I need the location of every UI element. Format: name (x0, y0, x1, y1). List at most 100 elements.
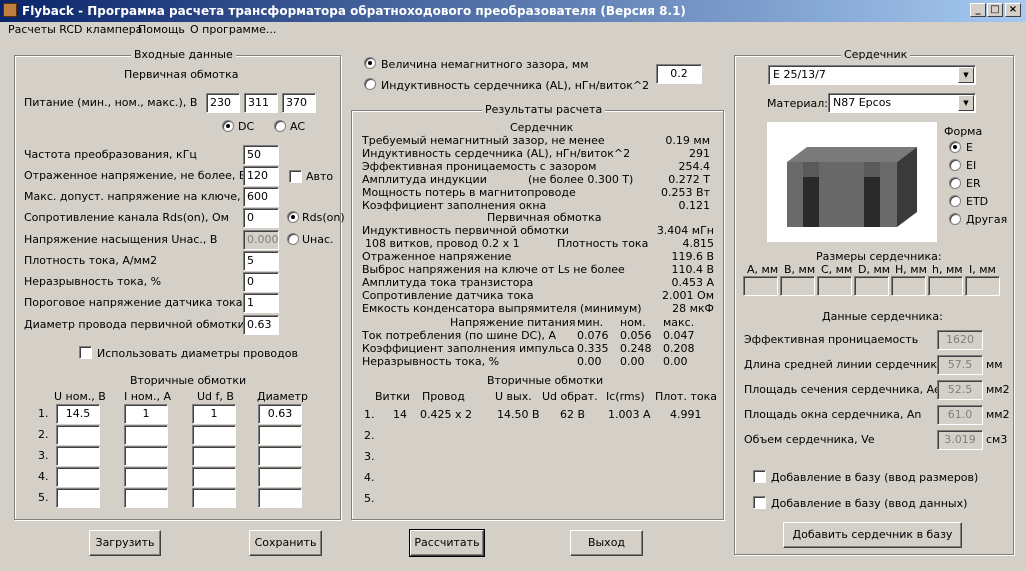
gap-radio[interactable] (364, 57, 376, 69)
dim-input[interactable] (743, 276, 778, 296)
sec-winding-input[interactable] (192, 446, 236, 466)
continuity-input[interactable]: 0 (243, 272, 279, 292)
sec-winding-input[interactable] (258, 425, 302, 445)
shape-radio[interactable] (949, 213, 961, 225)
sec-winding-input[interactable]: 1 (124, 404, 168, 424)
reflected-voltage-input[interactable]: 120 (243, 166, 279, 186)
usat-radio[interactable] (287, 233, 299, 245)
add-core-button[interactable]: Добавить сердечник в базу (783, 522, 962, 548)
add-data-checkbox[interactable] (753, 496, 766, 509)
core-data-value[interactable]: 52.5 (937, 380, 983, 400)
core-type-select[interactable]: E 25/13/7 ▼ (768, 65, 976, 85)
add-dims-checkbox[interactable] (753, 470, 766, 483)
result-value: 0.19 мм (665, 134, 710, 147)
dim-input[interactable] (965, 276, 1000, 296)
sec-winding-input[interactable] (56, 467, 100, 487)
shape-radio[interactable] (949, 195, 961, 207)
close-icon[interactable]: × (1005, 3, 1021, 17)
sec-winding-input[interactable]: 1 (192, 404, 236, 424)
usat-input[interactable]: 0.000 (243, 230, 279, 250)
result-label: Амплитуда индукции (362, 173, 487, 186)
supply-max-input[interactable]: 370 (282, 93, 316, 113)
shape-radio[interactable] (949, 177, 961, 189)
dc-radio[interactable] (222, 120, 234, 132)
result-label: Отраженное напряжение (362, 250, 512, 263)
res-sec-cell: 14 (393, 408, 407, 421)
supply-header: макс. (663, 316, 695, 329)
sec-winding-input[interactable] (124, 425, 168, 445)
supply-label: Питание (мин., ном., макс.), В (24, 96, 198, 109)
shape-radio[interactable] (949, 159, 961, 171)
sec-winding-input[interactable] (192, 488, 236, 508)
use-diameters-checkbox[interactable] (79, 346, 92, 359)
rdson-radio-label: Rds(on) (302, 211, 345, 224)
result-value: 0.272 Т (668, 173, 710, 186)
menu-about[interactable]: О программе... (190, 23, 276, 36)
core-data-unit: см3 (986, 433, 1008, 446)
shape-label: EI (966, 159, 977, 172)
res-sec-row-number: 4. (364, 471, 375, 484)
max-switch-voltage-input[interactable]: 600 (243, 187, 279, 207)
sense-threshold-input[interactable]: 1 (243, 293, 279, 313)
dim-input[interactable] (854, 276, 889, 296)
core-data-value[interactable]: 3.019 (937, 430, 983, 450)
result-label: Индуктивность первичной обмотки (362, 224, 569, 237)
current-density-input[interactable]: 5 (243, 251, 279, 271)
res-sec-header: U вых. (495, 390, 532, 403)
sec-winding-input[interactable] (258, 488, 302, 508)
sec-winding-input[interactable] (124, 446, 168, 466)
dim-input[interactable] (780, 276, 815, 296)
save-button[interactable]: Сохранить (249, 530, 322, 556)
sec-winding-input[interactable] (56, 488, 100, 508)
calculate-button[interactable]: Рассчитать (409, 529, 485, 557)
supply-min-input[interactable]: 230 (206, 93, 240, 113)
sec-winding-input[interactable] (192, 467, 236, 487)
res-sec-cell: 0.425 x 2 (420, 408, 472, 421)
sec-winding-input[interactable] (124, 467, 168, 487)
dim-label: C, мм (821, 263, 853, 276)
auto-checkbox[interactable] (289, 170, 302, 183)
chevron-down-icon[interactable]: ▼ (958, 67, 974, 83)
sec-winding-input[interactable] (56, 425, 100, 445)
chevron-down-icon[interactable]: ▼ (958, 95, 974, 111)
sec-winding-input[interactable] (56, 446, 100, 466)
rdson-radio[interactable] (287, 211, 299, 223)
sec-winding-input[interactable] (258, 446, 302, 466)
result-note: Плотность тока (557, 237, 649, 250)
gap-value-input[interactable]: 0.2 (656, 64, 702, 84)
core-data-value[interactable]: 61.0 (937, 405, 983, 425)
sec-winding-input[interactable] (124, 488, 168, 508)
maximize-icon[interactable]: □ (987, 3, 1003, 17)
sec-winding-input[interactable] (192, 425, 236, 445)
shape-radio[interactable] (949, 141, 961, 153)
load-button[interactable]: Загрузить (89, 530, 161, 556)
result-label: Эффективная проницаемость с зазором (362, 160, 597, 173)
app-icon (3, 3, 17, 17)
results-core-title: Сердечник (510, 121, 574, 134)
minimize-icon[interactable]: _ (970, 3, 986, 17)
param-label: Макс. допуст. напряжение на ключе, В (24, 190, 252, 203)
exit-button[interactable]: Выход (570, 530, 643, 556)
shape-title: Форма (944, 125, 983, 138)
result-label: Требуемый немагнитный зазор, не менее (362, 134, 605, 147)
frequency-input[interactable]: 50 (243, 145, 279, 165)
core-data-value[interactable]: 1620 (937, 330, 983, 350)
dim-input[interactable] (891, 276, 926, 296)
dim-input[interactable] (928, 276, 963, 296)
sec-winding-input[interactable]: 14.5 (56, 404, 100, 424)
result-label: Мощность потерь в магнитопроводе (362, 186, 576, 199)
sec-winding-input[interactable] (258, 467, 302, 487)
material-select[interactable]: N87 Epcos ▼ (828, 93, 976, 113)
primary-wire-diameter-input[interactable]: 0.63 (243, 315, 279, 335)
result-value: 28 мкФ (672, 302, 714, 315)
menu-help[interactable]: Помощь (138, 23, 185, 36)
supply-nom-input[interactable]: 311 (244, 93, 278, 113)
al-radio[interactable] (364, 78, 376, 90)
sec-winding-input[interactable]: 0.63 (258, 404, 302, 424)
menu-rcd[interactable]: Расчеты RCD клампера (8, 23, 142, 36)
ac-radio[interactable] (274, 120, 286, 132)
core-data-value[interactable]: 57.5 (937, 355, 983, 375)
dim-input[interactable] (817, 276, 852, 296)
rdson-input[interactable]: 0 (243, 208, 279, 228)
result-value: 2.001 Ом (662, 289, 714, 302)
